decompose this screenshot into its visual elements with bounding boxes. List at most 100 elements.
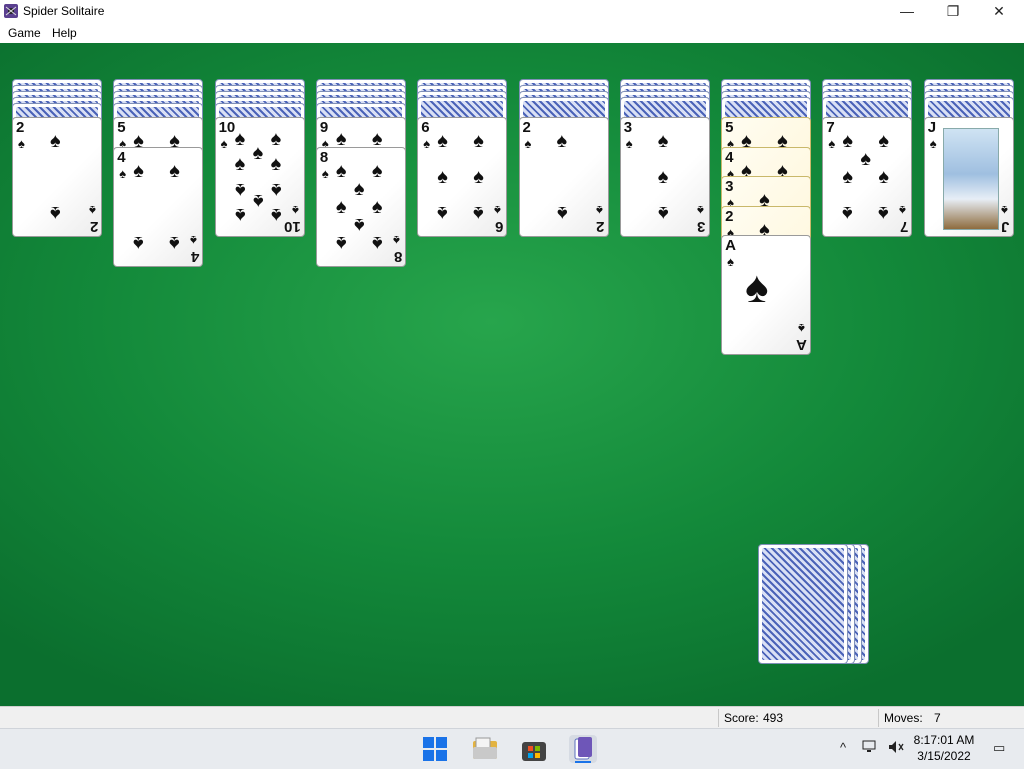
status-separator xyxy=(878,709,879,727)
spade-icon: ♠ xyxy=(190,233,198,248)
taskbar: ^ 8:17:01 AM 3/15/2022 ▭ xyxy=(0,728,1024,769)
card-rank-bottom: A xyxy=(796,336,808,353)
card-rank-bottom: J xyxy=(1001,218,1010,235)
spade-icon: ♠ xyxy=(270,179,282,202)
spade-icon: ♠ xyxy=(437,130,448,152)
menu-bar: Game Help xyxy=(0,22,1024,43)
card-rank: 6 xyxy=(421,119,430,136)
stock-card[interactable] xyxy=(758,544,848,664)
minimize-button[interactable]: — xyxy=(884,0,930,22)
card-rank: 2 xyxy=(522,119,531,136)
card-face[interactable]: 10 ♠ 10 ♠ ♠ ♠ ♠ ♠ ♠ ♠ ♠ ♠ ♠ ♠ xyxy=(214,117,305,237)
spade-icon: ♠ xyxy=(234,179,246,202)
network-icon[interactable] xyxy=(862,740,878,757)
spider-icon xyxy=(3,3,19,19)
menu-help[interactable]: Help xyxy=(52,25,77,41)
card-rank-bottom: 3 xyxy=(697,218,706,235)
spade-icon: ♠ xyxy=(842,202,854,224)
title-bar: Spider Solitaire — ❐ ✕ xyxy=(0,0,1024,22)
jack-illustration xyxy=(942,128,999,230)
store-icon[interactable] xyxy=(520,735,548,763)
spade-icon: ♠ xyxy=(556,202,568,224)
card-face[interactable]: 7 ♠ 7 ♠ ♠ ♠ ♠ ♠ ♠ ♠ ♠ xyxy=(822,117,913,237)
close-button[interactable]: ✕ xyxy=(976,0,1022,22)
card-rank: 8 xyxy=(319,149,329,166)
spade-icon: ♠ xyxy=(89,203,96,218)
spade-icon: ♠ xyxy=(234,127,246,150)
spade-icon: ♠ xyxy=(371,127,383,150)
spade-icon: ♠ xyxy=(220,136,228,151)
notification-icon[interactable]: ▭ xyxy=(993,740,1005,756)
moves-label: Moves: xyxy=(884,711,923,725)
spade-icon: ♠ xyxy=(133,160,144,182)
clock[interactable]: 8:17:01 AM 3/15/2022 xyxy=(906,732,982,764)
status-separator xyxy=(718,709,719,727)
spider-solitaire-task-icon[interactable] xyxy=(569,735,597,763)
spade-icon: ♠ xyxy=(437,166,448,188)
spade-icon: ♠ xyxy=(828,136,836,151)
card-face[interactable]: 2♠2♠♠♠ xyxy=(12,117,102,237)
card-face[interactable]: 6 ♠ 6 ♠ ♠ ♠ ♠ ♠ ♠ ♠ xyxy=(417,117,508,237)
stock-pile[interactable] xyxy=(758,544,878,668)
spade-icon: ♠ xyxy=(270,152,282,175)
volume-icon[interactable] xyxy=(888,740,904,757)
card-rank-bottom: 8 xyxy=(393,248,402,265)
card-rank: 4 xyxy=(725,148,734,166)
card-rank-bottom: 7 xyxy=(900,218,909,235)
spade-icon: ♠ xyxy=(335,196,347,218)
spade-icon: ♠ xyxy=(133,232,144,254)
card-rank-bottom: 2 xyxy=(596,218,605,235)
spade-icon: ♠ xyxy=(625,136,633,151)
spade-icon: ♠ xyxy=(119,166,127,181)
spade-icon: ♠ xyxy=(657,202,669,224)
spade-icon: ♠ xyxy=(234,204,246,227)
card-face[interactable]: 2♠2♠♠♠ xyxy=(518,117,609,237)
spade-icon: ♠ xyxy=(392,233,400,248)
card-rank-bottom: 6 xyxy=(494,218,504,235)
spade-icon: ♠ xyxy=(878,166,890,188)
spade-icon: ♠ xyxy=(556,130,568,152)
spade-icon: ♠ xyxy=(494,203,502,218)
spade-icon: ♠ xyxy=(657,130,669,152)
card-rank: 3 xyxy=(725,178,734,195)
card-face[interactable]: J ♠ J ♠ xyxy=(923,117,1014,237)
status-bar: Score: 493 Moves: 7 xyxy=(0,706,1024,729)
card-rank-bottom: 4 xyxy=(190,248,200,265)
maximize-button[interactable]: ❐ xyxy=(930,0,976,22)
spade-icon: ♠ xyxy=(169,160,180,182)
spade-icon: ♠ xyxy=(50,130,61,152)
card-face[interactable]: 8 ♠ 8 ♠ ♠ ♠ ♠ ♠ ♠ ♠ ♠ ♠ xyxy=(315,147,406,267)
spade-icon: ♠ xyxy=(371,160,383,182)
spade-icon: ♠ xyxy=(321,166,329,181)
spade-icon: ♠ xyxy=(252,190,264,212)
file-explorer-icon[interactable] xyxy=(471,735,499,763)
score-value: 493 xyxy=(763,711,784,725)
spade-icon: ♠ xyxy=(371,196,383,218)
spade-icon: ♠ xyxy=(353,214,365,236)
clock-time: 8:17:01 AM xyxy=(913,733,975,747)
spade-icon: ♠ xyxy=(798,321,806,336)
spade-icon: ♠ xyxy=(842,166,854,188)
card-face[interactable]: 3♠3♠♠♠♠ xyxy=(619,117,710,237)
spade-icon: ♠ xyxy=(335,232,347,254)
card-rank: 5 xyxy=(117,119,126,136)
tray-overflow-icon[interactable]: ^ xyxy=(840,740,846,755)
card-rank: A xyxy=(725,237,736,254)
spade-icon: ♠ xyxy=(252,142,264,164)
card-rank: 4 xyxy=(117,149,126,166)
clock-date: 3/15/2022 xyxy=(917,749,971,763)
card-rank: 5 xyxy=(725,119,734,136)
spade-icon: ♠ xyxy=(1000,203,1008,218)
menu-game[interactable]: Game xyxy=(8,25,41,41)
spade-icon: ♠ xyxy=(353,178,365,200)
card-face[interactable]: 4♠4♠♠♠♠♠ xyxy=(113,147,204,267)
card-rank: 2 xyxy=(725,207,734,225)
spade-icon: ♠ xyxy=(371,232,383,254)
card-rank: J xyxy=(927,119,937,136)
windows-start-icon[interactable] xyxy=(421,735,449,763)
spade-icon: ♠ xyxy=(169,232,180,254)
card-face[interactable]: A ♠ A ♠ ♠ xyxy=(721,235,812,355)
spade-icon: ♠ xyxy=(473,166,484,188)
card-rank: 2 xyxy=(16,119,25,136)
card-rank: 9 xyxy=(319,119,329,136)
